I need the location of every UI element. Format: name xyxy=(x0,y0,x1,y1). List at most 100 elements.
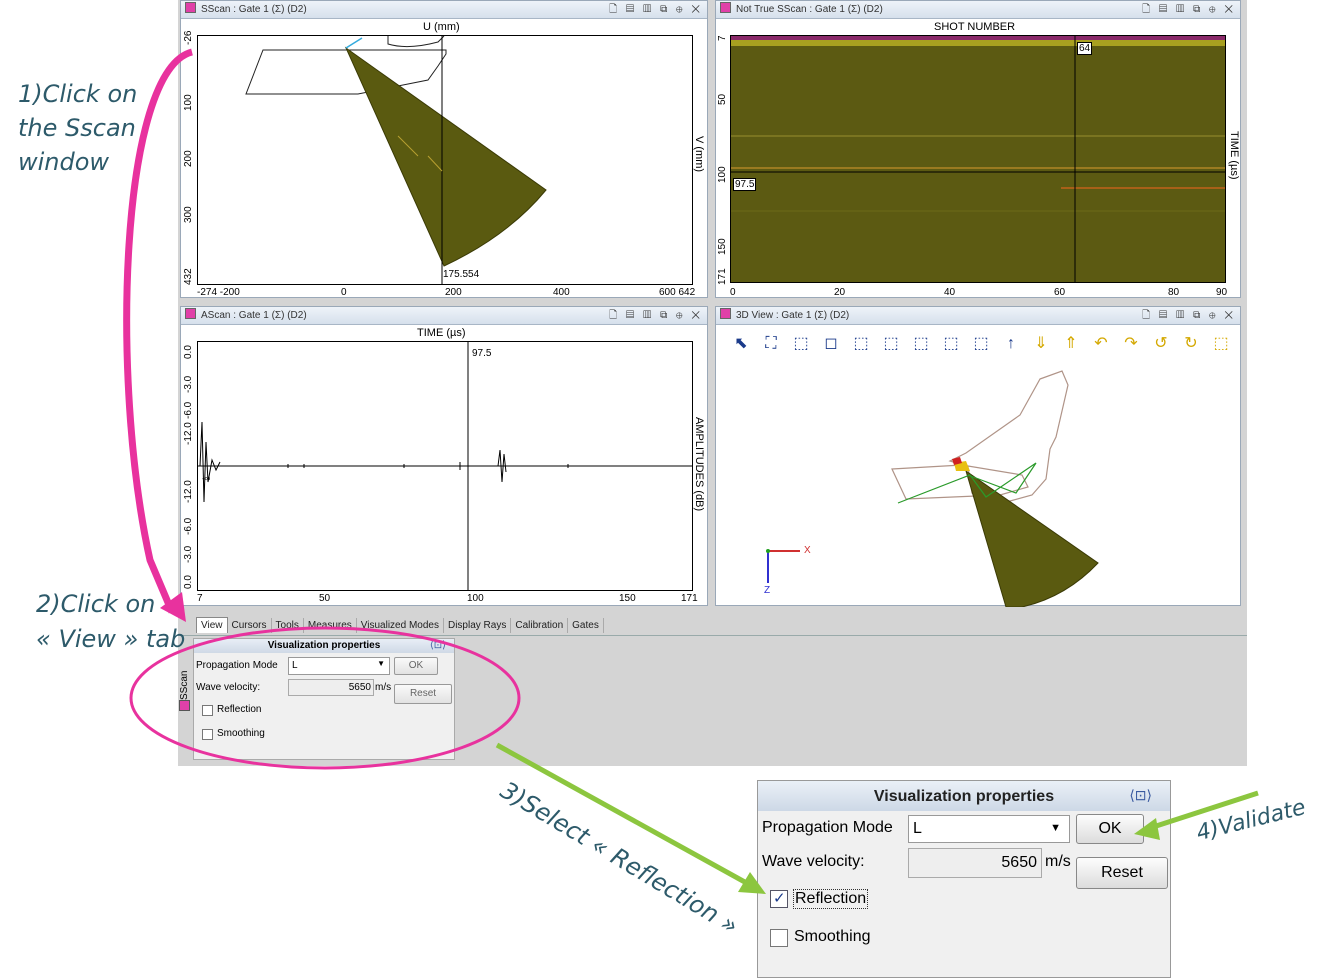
not-true-sscan-x-tick: 80 xyxy=(1168,287,1180,298)
tab-display-rays[interactable]: Display Rays xyxy=(444,618,512,633)
cube-top-icon[interactable]: ⬚ xyxy=(850,333,872,355)
propagation-mode-select[interactable]: L ▼ xyxy=(288,657,390,675)
cube-extra-icon[interactable]: ⬚ xyxy=(1210,333,1232,355)
not-true-sscan-graphic xyxy=(731,36,1225,282)
smoothing-checkbox[interactable] xyxy=(202,729,213,740)
step2-line1: 2)Click on xyxy=(36,590,156,618)
tab-visualized-modes[interactable]: Visualized Modes xyxy=(357,618,444,633)
view3d-title: 3D View : Gate 1 (Σ) (D2) xyxy=(736,310,850,321)
sscan-plot[interactable] xyxy=(197,35,693,285)
ascan-y-tick: -3.0 xyxy=(183,545,194,563)
propagation-mode-label: Propagation Mode xyxy=(762,819,893,836)
ascan-y-tick: 0.0 xyxy=(183,575,194,589)
view3d-axis-x-label: X xyxy=(804,545,811,556)
tab-measures[interactable]: Measures xyxy=(304,618,357,633)
ascan-y-tick: -3.0 xyxy=(183,375,194,393)
wave-velocity-input[interactable]: 5650 xyxy=(908,848,1042,878)
redo-rotate-icon[interactable]: ↻ xyxy=(1180,333,1202,355)
ascan-y-tick: 0.0 xyxy=(183,345,194,359)
rotate-left-icon[interactable]: ↶ xyxy=(1090,333,1112,355)
collapse-icon[interactable]: ⟨⊡⟩ xyxy=(430,640,446,651)
ascan-x-tick: 100 xyxy=(467,593,484,604)
sscan-panel[interactable]: SScan : Gate 1 (Σ) (D2) 🗋 ▤ ▥ ⧉ ⊕ ✕ U (m… xyxy=(180,0,708,298)
step1-line2: the Sscan xyxy=(18,114,136,142)
reset-button[interactable]: Reset xyxy=(394,684,452,704)
side-color-square xyxy=(179,700,190,711)
sscan-y-tick: 300 xyxy=(183,206,194,223)
cube-bottom-icon[interactable]: ⬚ xyxy=(880,333,902,355)
not-true-sscan-x-tick: 20 xyxy=(834,287,846,298)
panel-color-icon xyxy=(185,2,196,13)
properties-tabbar: View Cursors Tools Measures Visualized Modes… xyxy=(196,617,604,635)
cube-left-icon[interactable]: ⬚ xyxy=(910,333,932,355)
sscan-x-tick: -274 -200 xyxy=(197,287,240,298)
visualization-properties-panel: Visualization properties ⟨⊡⟩ Propagation… xyxy=(193,638,455,760)
sscan-graphic xyxy=(245,36,547,284)
chevron-down-icon: ▼ xyxy=(1050,822,1061,834)
rotate-right-icon[interactable]: ↷ xyxy=(1120,333,1142,355)
rotate-down-icon[interactable]: ⇓ xyxy=(1030,333,1052,355)
ascan-panel[interactable]: AScan : Gate 1 (Σ) (D2) 🗋 ▤ ▥ ⧉ ⊕ ✕ TIME… xyxy=(180,306,708,606)
view3d-titlebar[interactable]: 3D View : Gate 1 (Σ) (D2) 🗋 ▤ ▥ ⧉ ⊕ ✕ xyxy=(716,307,1240,325)
step1-line3: window xyxy=(18,148,110,176)
panel-color-icon xyxy=(720,308,731,319)
tab-tools[interactable]: Tools xyxy=(272,618,304,633)
reflection-checkbox[interactable]: ✓ xyxy=(770,890,788,908)
smoothing-label: Smoothing xyxy=(217,728,265,739)
not-true-sscan-plot[interactable]: 64 97.5 xyxy=(730,35,1226,283)
cube-front-icon[interactable]: ◻ xyxy=(820,333,842,355)
panel-color-icon xyxy=(185,308,196,319)
wave-velocity-unit: m/s xyxy=(1045,853,1071,870)
step2-line2: « View » tab xyxy=(36,625,186,653)
not-true-sscan-panel[interactable]: Not True SScan : Gate 1 (Σ) (D2) 🗋 ▤ ▥ ⧉… xyxy=(715,0,1241,298)
reflection-checkbox[interactable] xyxy=(202,705,213,716)
arrow-up-icon[interactable]: ↑ xyxy=(1000,333,1022,355)
propagation-mode-value: L xyxy=(292,660,298,671)
undo-rotate-icon[interactable]: ↺ xyxy=(1150,333,1172,355)
reflection-label: Reflection xyxy=(793,889,869,909)
collapse-icon[interactable]: ⟨⊡⟩ xyxy=(1129,787,1152,804)
rotate-up-icon[interactable]: ⇑ xyxy=(1060,333,1082,355)
wave-velocity-input[interactable]: 5650 xyxy=(288,679,374,696)
view3d-scene[interactable] xyxy=(716,357,1240,607)
ascan-infinity-label: -∞ xyxy=(202,474,211,483)
tab-gates[interactable]: Gates xyxy=(568,618,604,633)
sscan-y-tick: 200 xyxy=(183,150,194,167)
not-true-sscan-cursor-x: 64 xyxy=(1077,42,1093,55)
not-true-sscan-y-tick: 171 xyxy=(717,268,728,285)
fit-view-icon[interactable]: ⛶ xyxy=(760,333,782,355)
cube-right-icon[interactable]: ⬚ xyxy=(940,333,962,355)
not-true-sscan-titlebar[interactable]: Not True SScan : Gate 1 (Σ) (D2) 🗋 ▤ ▥ ⧉… xyxy=(716,1,1240,19)
window-controls-icon[interactable]: 🗋 ▤ ▥ ⧉ ⊕ ✕ xyxy=(1142,1,1236,19)
tab-calibration[interactable]: Calibration xyxy=(511,618,569,633)
sscan-title: SScan : Gate 1 (Σ) (D2) xyxy=(201,4,307,15)
not-true-sscan-y-tick: 50 xyxy=(717,93,728,105)
not-true-sscan-x-tick: 40 xyxy=(944,287,956,298)
window-controls-icon[interactable]: 🗋 ▤ ▥ ⧉ ⊕ ✕ xyxy=(1142,307,1236,325)
ascan-x-tick: 7 xyxy=(197,593,203,604)
tab-view[interactable]: View xyxy=(196,617,228,633)
ascan-y-tick: -12.0 xyxy=(183,480,194,503)
cube-back-icon[interactable]: ⬚ xyxy=(970,333,992,355)
side-label-sscan: SScan xyxy=(179,670,190,700)
not-true-sscan-y-tick: 100 xyxy=(717,166,728,183)
propagation-mode-select[interactable]: L ▼ xyxy=(908,815,1070,843)
visualization-properties-header: Visualization properties xyxy=(194,639,454,653)
ok-button[interactable]: OK xyxy=(1076,814,1144,844)
wave-velocity-label: Wave velocity: xyxy=(196,682,261,693)
sscan-y-axis-label: V (mm) xyxy=(693,136,705,173)
ok-button[interactable]: OK xyxy=(394,657,438,675)
tab-cursors[interactable]: Cursors xyxy=(228,618,272,633)
window-controls-icon[interactable]: 🗋 ▤ ▥ ⧉ ⊕ ✕ xyxy=(609,1,703,19)
window-controls-icon[interactable]: 🗋 ▤ ▥ ⧉ ⊕ ✕ xyxy=(609,307,703,325)
view3d-panel[interactable]: 3D View : Gate 1 (Σ) (D2) 🗋 ▤ ▥ ⧉ ⊕ ✕ ⬉ ⛶… xyxy=(715,306,1241,607)
ascan-plot[interactable]: 97.5 -∞ xyxy=(197,341,693,591)
ascan-titlebar[interactable]: AScan : Gate 1 (Σ) (D2) 🗋 ▤ ▥ ⧉ ⊕ ✕ xyxy=(181,307,707,325)
smoothing-checkbox[interactable] xyxy=(770,929,788,947)
sscan-titlebar[interactable]: SScan : Gate 1 (Σ) (D2) 🗋 ▤ ▥ ⧉ ⊕ ✕ xyxy=(181,1,707,19)
smoothing-label: Smoothing xyxy=(794,928,871,945)
select-pointer-icon[interactable]: ⬉ xyxy=(730,333,752,355)
reset-button[interactable]: Reset xyxy=(1076,857,1168,889)
step3-text: 3)Select « Reflection » xyxy=(495,776,744,941)
cube-view-icon[interactable]: ⬚ xyxy=(790,333,812,355)
